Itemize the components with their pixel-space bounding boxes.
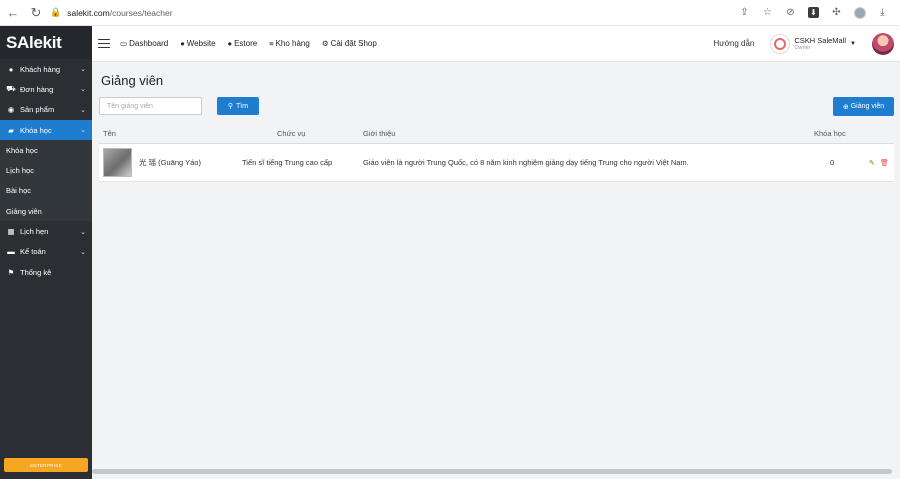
nav-warehouse[interactable]: ≡ Kho hàng xyxy=(269,39,310,48)
salekit-logo[interactable]: SAlekit xyxy=(0,26,92,59)
shield-icon[interactable]: ⊘ xyxy=(779,3,802,23)
back-icon[interactable]: ← xyxy=(3,3,23,23)
column-header-name: Tên xyxy=(103,129,116,138)
sidebar-item-label: Thống kê xyxy=(20,267,52,277)
nav-label: Website xyxy=(186,39,216,48)
sidebar-item-orders[interactable]: ⛟ Đơn hàng ⌄ xyxy=(0,79,92,99)
sidebar-subitem-courses[interactable]: Khóa học xyxy=(0,140,92,161)
trash-icon[interactable]: 🗑 xyxy=(880,159,889,167)
top-navbar: ▭ Dashboard ● Website ● Estore ≡ Kho hàn… xyxy=(92,26,900,62)
chevron-down-icon: ⌄ xyxy=(80,86,86,94)
nav-estore[interactable]: ● Estore xyxy=(228,39,258,48)
sidebar-item-courses[interactable]: ▰ Khóa học ⌄ xyxy=(0,119,92,141)
nav-shop-settings[interactable]: ⚙ Cài đặt Shop xyxy=(322,39,377,48)
main-content: Giảng viên Tên giảng viên ⚲ Tìm ⊕ Giảng … xyxy=(92,62,900,479)
user-name: CSKH SaleMall xyxy=(794,36,847,45)
edit-pencil-icon[interactable]: ✎ xyxy=(869,159,875,167)
user-icon: ● xyxy=(8,64,14,74)
globe-icon: ● xyxy=(227,39,233,48)
sidebar-item-label: Kế toán xyxy=(20,247,46,257)
address-bar[interactable]: 🔒 salekit.com /courses/teacher xyxy=(50,3,733,23)
url-path: /courses/teacher xyxy=(109,7,173,18)
star-icon[interactable]: ☆ xyxy=(756,3,779,23)
horizontal-scrollbar[interactable] xyxy=(92,469,892,474)
add-teacher-button[interactable]: ⊕ Giảng viên xyxy=(833,97,894,116)
gear-icon: ⚙ xyxy=(321,39,329,48)
sidebar-item-customers[interactable]: ● Khách hàng ⌄ xyxy=(0,59,92,79)
sidebar-item-label: Khách hàng xyxy=(20,64,61,74)
cart-icon: ⛟ xyxy=(6,84,16,94)
table-header: Tên Chức vụ Giới thiệu Khóa học xyxy=(99,124,894,144)
nav-label: Kho hàng xyxy=(275,39,310,48)
user-menu[interactable]: CSKH SaleMall Owner ▼ xyxy=(770,33,856,54)
sidebar-item-accounting[interactable]: ▬ Kế toán ⌄ xyxy=(0,242,92,262)
sidebar-item-label: Đơn hàng xyxy=(20,84,54,94)
sidebar-subitem-schedule[interactable]: Lịch học xyxy=(0,160,92,181)
shop-logo-icon xyxy=(770,33,791,54)
teachers-table: Tên Chức vụ Giới thiệu Khóa học 光 瑶 (Guā… xyxy=(99,124,894,182)
hamburger-menu-icon[interactable] xyxy=(98,38,110,49)
profile-extension-icon[interactable] xyxy=(848,3,871,23)
chevron-down-icon: ⌄ xyxy=(80,127,86,135)
guide-link[interactable]: Hướng dẫn xyxy=(714,39,755,48)
lock-icon: 🔒 xyxy=(50,7,62,17)
search-icon: ⚲ xyxy=(227,103,234,110)
teacher-intro: Giáo viên là người Trung Quốc, có 8 năm … xyxy=(363,158,689,167)
chevron-down-icon: ⌄ xyxy=(80,106,86,114)
search-button[interactable]: ⚲ Tìm xyxy=(217,97,259,115)
extension-download-icon[interactable]: ⬇ xyxy=(802,3,825,23)
nav-label: Estore xyxy=(234,39,258,48)
teacher-photo xyxy=(103,148,132,177)
column-header-position: Chức vụ xyxy=(277,129,306,138)
chevron-down-icon: ⌄ xyxy=(80,248,86,256)
page-title: Giảng viên xyxy=(101,73,164,88)
reload-icon[interactable]: ↻ xyxy=(26,3,46,23)
teacher-name[interactable]: 光 瑶 (Guāng Yáo) xyxy=(139,157,201,168)
user-role: Owner xyxy=(794,45,811,51)
globe-icon: ● xyxy=(180,39,185,48)
browser-toolbar: ← ↻ 🔒 salekit.com /courses/teacher ⇪ ☆ ⊘… xyxy=(0,0,900,26)
chevron-down-icon: ⌄ xyxy=(80,228,86,236)
nav-label: Dashboard xyxy=(129,39,169,48)
extensions-icon[interactable]: ✣ xyxy=(825,3,848,23)
sidebar-item-label: Lịch hẹn xyxy=(20,227,49,237)
product-icon: ◉ xyxy=(7,105,15,115)
sidebar-subitem-teachers[interactable]: Giảng viên xyxy=(0,201,92,222)
sidebar-item-statistics[interactable]: ⚑ Thống kê xyxy=(0,262,92,282)
sidebar-item-appointments[interactable]: ▦ Lịch hẹn ⌄ xyxy=(0,221,92,241)
sidebar-subitem-lessons[interactable]: Bài học xyxy=(0,180,92,202)
sidebar-item-products[interactable]: ◉ Sản phẩm ⌄ xyxy=(0,100,92,120)
download-icon[interactable]: ⤓ xyxy=(871,3,894,23)
upgrade-button[interactable]: ENTERPRISE xyxy=(4,458,88,472)
plus-circle-icon: ⊕ xyxy=(842,103,849,111)
avatar[interactable] xyxy=(872,32,894,55)
book-icon: ▰ xyxy=(8,125,14,135)
search-input[interactable]: Tên giảng viên xyxy=(99,97,202,115)
caret-down-icon: ▼ xyxy=(850,40,856,47)
add-button-label: Giảng viên xyxy=(850,103,885,110)
table-row[interactable]: 光 瑶 (Guāng Yáo) Tiến sĩ tiếng Trung cao … xyxy=(99,144,894,182)
accounting-icon: ▬ xyxy=(7,247,15,257)
sidebar: SAlekit ● Khách hàng ⌄ ⛟ Đơn hàng ⌄ ◉ Sả… xyxy=(0,26,92,479)
sidebar-item-label: Khóa học xyxy=(20,125,52,135)
teacher-position: Tiến sĩ tiếng Trung cao cấp xyxy=(242,158,333,167)
teacher-courses-count: 0 xyxy=(830,158,835,167)
share-icon[interactable]: ⇪ xyxy=(733,3,756,23)
calendar-icon: ▦ xyxy=(7,227,15,237)
nav-website[interactable]: ● Website xyxy=(180,39,215,48)
chevron-down-icon: ⌄ xyxy=(80,66,86,74)
sidebar-item-label: Sản phẩm xyxy=(20,105,55,115)
database-icon: ≡ xyxy=(269,39,274,48)
flag-icon: ⚑ xyxy=(7,267,15,277)
column-header-intro: Giới thiệu xyxy=(363,129,396,138)
nav-label: Cài đặt Shop xyxy=(330,39,377,48)
nav-dashboard[interactable]: ▭ Dashboard xyxy=(120,39,168,48)
monitor-icon: ▭ xyxy=(120,39,128,48)
column-header-courses: Khóa học xyxy=(814,129,846,138)
url-host: salekit.com xyxy=(67,7,110,18)
search-button-label: Tìm xyxy=(236,102,249,110)
